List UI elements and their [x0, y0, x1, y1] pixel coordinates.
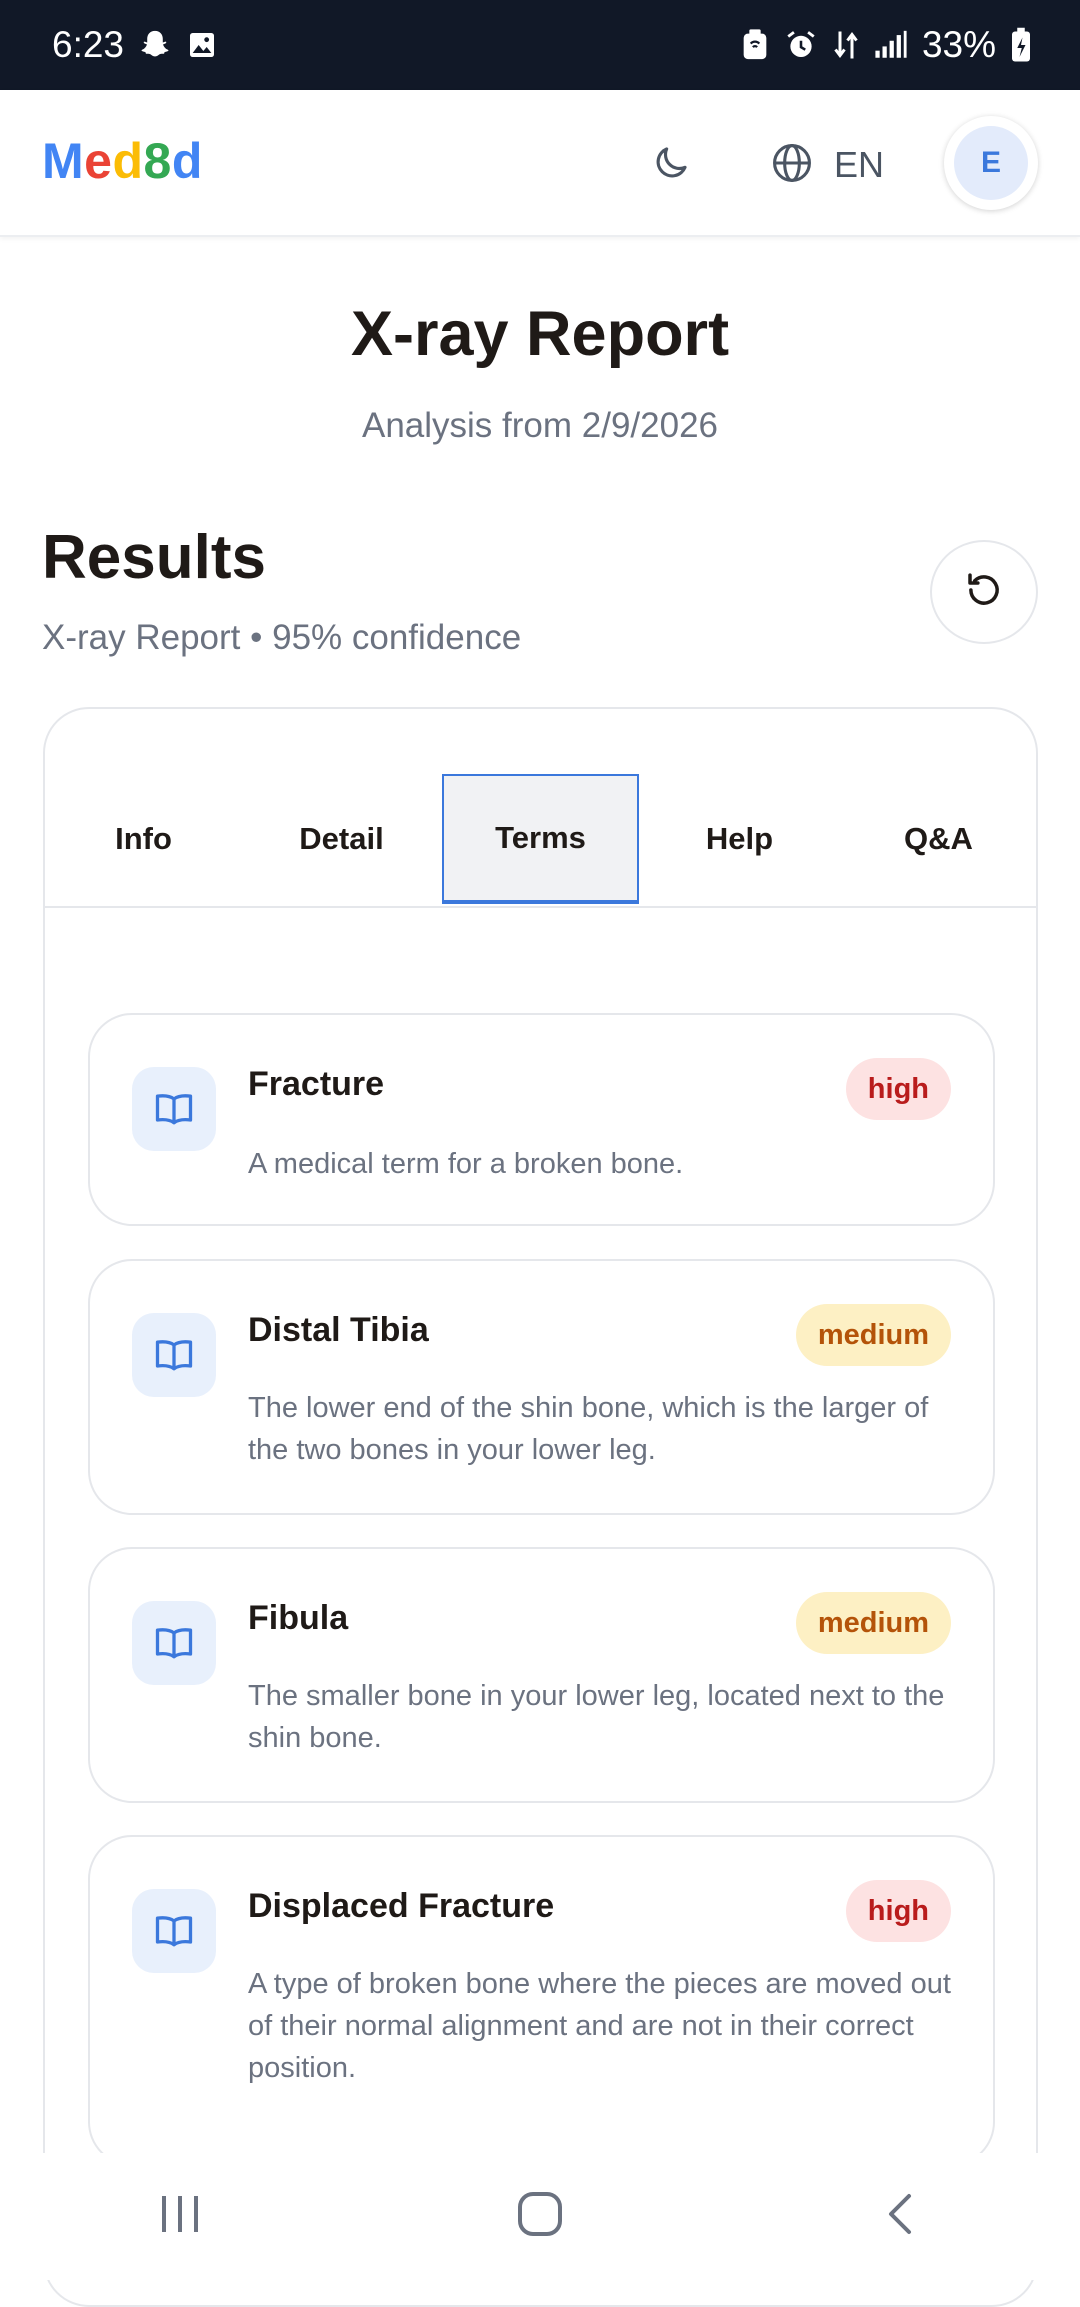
home-icon: [517, 2191, 563, 2242]
recent-apps-button[interactable]: [120, 2177, 240, 2257]
med8d-logo[interactable]: Med8d: [42, 132, 203, 190]
logo-letter: M: [42, 133, 85, 189]
system-nav-bar: [0, 2153, 1080, 2280]
term-title: Fracture: [248, 1065, 385, 1103]
user-avatar-button[interactable]: E: [944, 116, 1038, 210]
app-header: Med8d EN E: [0, 90, 1080, 237]
data-arrows-icon: [832, 27, 860, 63]
refresh-button[interactable]: [930, 540, 1038, 644]
moon-icon: [650, 142, 692, 189]
gallery-icon: [186, 29, 218, 61]
tab-detail[interactable]: Detail: [243, 774, 440, 904]
book-icon: [132, 1313, 216, 1397]
term-card[interactable]: Fibula medium The smaller bone in your l…: [88, 1547, 995, 1803]
tab-help[interactable]: Help: [641, 774, 838, 904]
severity-badge: medium: [795, 1304, 951, 1366]
term-title: Distal Tibia: [248, 1311, 429, 1349]
logo-letter: d: [171, 133, 203, 189]
term-title: Fibula: [248, 1599, 349, 1637]
back-icon: [885, 2192, 915, 2241]
status-time: 6:23: [52, 24, 125, 65]
battery-charging-icon: [1010, 27, 1032, 63]
term-title: Displaced Fracture: [248, 1887, 555, 1925]
term-card[interactable]: Displaced Fracture high A type of broken…: [88, 1835, 995, 2166]
status-bar: 6:23 33%: [0, 0, 1080, 90]
home-button[interactable]: [480, 2177, 600, 2257]
logo-letter: d: [112, 133, 144, 189]
term-description: A type of broken bone where the pieces a…: [248, 1968, 951, 2084]
nfc-icon: [740, 28, 770, 62]
severity-badge: medium: [795, 1592, 951, 1654]
refresh-icon: [963, 569, 1005, 616]
term-card[interactable]: Fracture high A medical term for a broke…: [88, 1013, 995, 1226]
status-bar-right: 33%: [740, 24, 1032, 66]
severity-badge: high: [845, 1880, 951, 1942]
book-icon: [132, 1067, 216, 1151]
term-description: The lower end of the shin bone, which is…: [248, 1392, 929, 1466]
results-heading: Results: [42, 523, 266, 592]
term-description: The smaller bone in your lower leg, loca…: [248, 1680, 945, 1754]
page-title: X-ray Report: [350, 299, 730, 369]
page-subtitle: Analysis from 2/9/2026: [361, 406, 718, 445]
back-button[interactable]: [840, 2177, 960, 2257]
alarm-icon: [784, 28, 818, 62]
snapchat-icon: [138, 28, 172, 62]
recent-apps-icon: [158, 2194, 202, 2239]
severity-badge: high: [845, 1058, 951, 1120]
globe-icon: [770, 141, 814, 190]
results-panel: Info Detail Terms Help Q&A Fracture high…: [43, 707, 1038, 2307]
dark-mode-toggle[interactable]: [642, 136, 700, 194]
signal-icon: [874, 30, 908, 60]
tab-info[interactable]: Info: [45, 774, 242, 904]
status-bar-left: 6:23: [52, 24, 218, 66]
results-meta: X-ray Report • 95% confidence: [42, 618, 522, 657]
book-icon: [132, 1601, 216, 1685]
term-description: A medical term for a broken bone.: [248, 1148, 684, 1180]
battery-percent: 33%: [921, 24, 996, 65]
book-icon: [132, 1889, 216, 1973]
logo-letter: 8: [143, 133, 172, 189]
language-label: EN: [834, 144, 885, 185]
term-card[interactable]: Distal Tibia medium The lower end of the…: [88, 1259, 995, 1515]
tab-terms[interactable]: Terms: [442, 774, 639, 904]
language-selector[interactable]: EN: [770, 134, 884, 196]
tab-bar: Info Detail Terms Help Q&A: [45, 709, 1036, 908]
logo-letter: e: [84, 133, 113, 189]
avatar: E: [954, 126, 1028, 200]
tab-qa[interactable]: Q&A: [840, 774, 1036, 904]
